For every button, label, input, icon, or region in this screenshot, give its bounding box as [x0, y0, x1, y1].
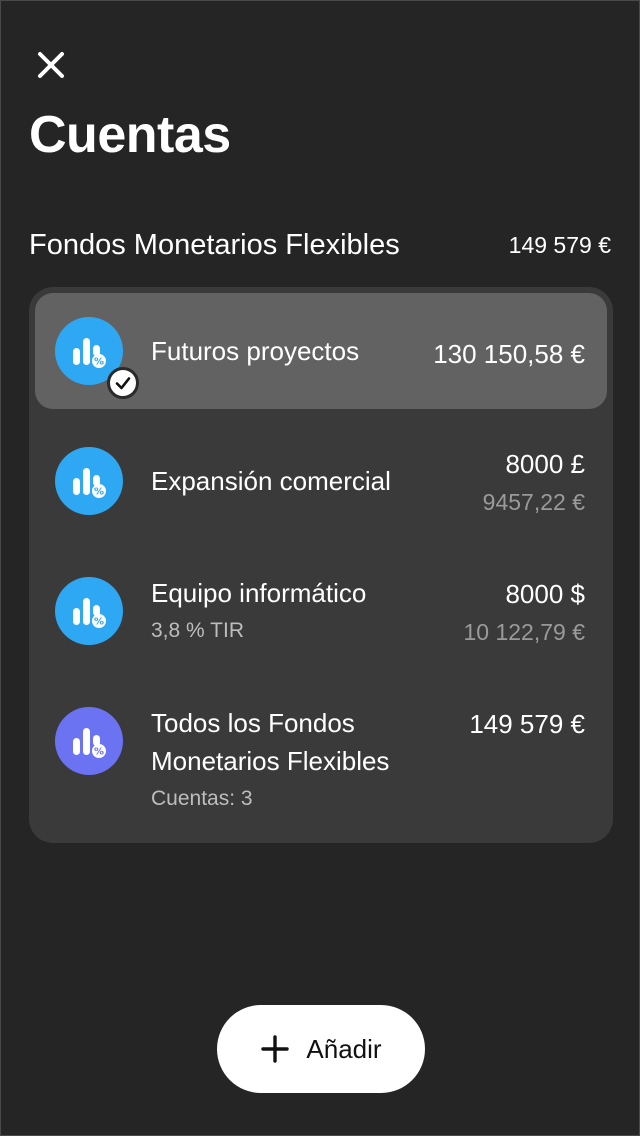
accounts-card: % Futuros proyectos 130 150,58 € % Expan…: [29, 287, 613, 843]
account-subtitle: 3,8 % TIR: [151, 619, 244, 642]
account-amount: 149 579 €: [469, 709, 585, 739]
svg-text:%: %: [94, 487, 104, 498]
add-button-label: Añadir: [306, 1033, 382, 1064]
account-name-line-1: Todos los Fondos: [151, 708, 355, 738]
account-amount: 8000 £: [505, 449, 585, 479]
fund-chart-icon: %: [55, 707, 123, 775]
account-name: Futuros proyectos: [151, 336, 360, 366]
fund-chart-icon: %: [55, 577, 123, 645]
svg-text:%: %: [94, 747, 104, 758]
close-button[interactable]: [27, 41, 75, 89]
plus-icon: [261, 1035, 290, 1063]
account-secondary-amount: 9457,22 €: [482, 489, 585, 515]
section-title: Fondos Monetarios Flexibles: [29, 228, 400, 261]
svg-text:%: %: [94, 357, 104, 368]
account-row-futuros-proyectos[interactable]: % Futuros proyectos 130 150,58 €: [35, 293, 607, 409]
account-row-all-funds[interactable]: % Todos los Fondos Monetarios Flexibles …: [35, 677, 607, 827]
accounts-screen: Cuentas Fondos Monetarios Flexibles 149 …: [0, 0, 640, 1136]
account-name: Expansión comercial: [151, 466, 391, 496]
svg-text:%: %: [94, 617, 104, 628]
account-name: Equipo informático: [151, 578, 367, 608]
close-icon: [38, 52, 64, 78]
account-secondary-amount: 10 122,79 €: [463, 619, 585, 645]
account-row-equipo-informatico[interactable]: % Equipo informático 3,8 % TIR 8000 $ 10…: [35, 543, 607, 669]
account-name-line-2: Monetarios Flexibles: [151, 746, 390, 776]
account-amount: 8000 $: [505, 579, 585, 609]
fund-chart-icon: %: [55, 447, 123, 515]
section-total: 149 579 €: [508, 231, 611, 258]
account-subtitle: Cuentas: 3: [151, 787, 253, 810]
check-icon: [107, 367, 139, 399]
section-header: Fondos Monetarios Flexibles 149 579 €: [29, 223, 611, 267]
add-button[interactable]: Añadir: [217, 1005, 425, 1093]
fund-chart-icon: %: [55, 317, 139, 399]
account-row-expansion-comercial[interactable]: % Expansión comercial 8000 £ 9457,22 €: [35, 413, 607, 539]
account-amount: 130 150,58 €: [433, 339, 585, 369]
page-title: Cuentas: [29, 106, 231, 164]
